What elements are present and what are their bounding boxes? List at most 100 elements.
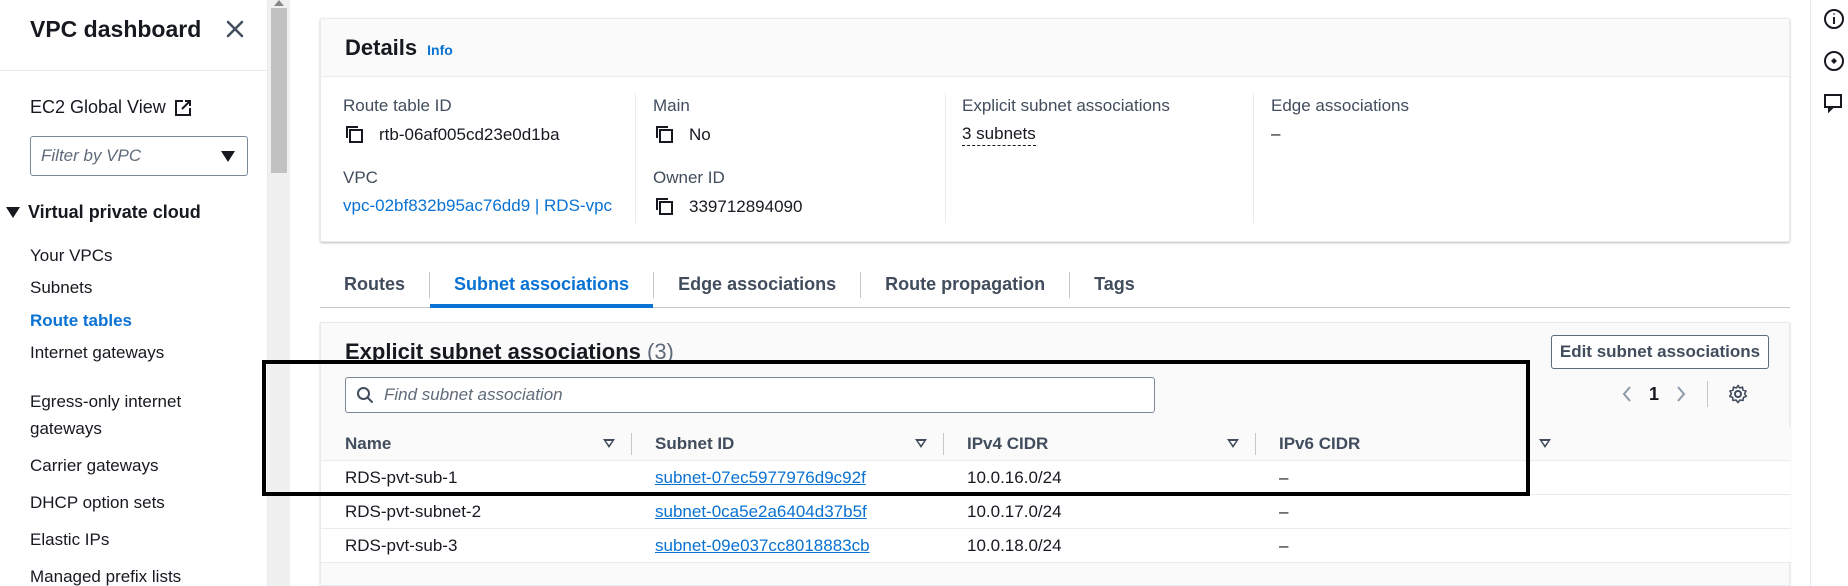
owner-id: 339712894090 — [689, 197, 803, 216]
main-label: Main — [653, 96, 690, 115]
column-header-subnet-id[interactable]: Subnet ID — [631, 427, 943, 460]
scroll-up-arrow-icon[interactable] — [274, 0, 284, 6]
sidebar-item-label: EC2 Global View — [30, 97, 166, 117]
right-utility-rail — [1810, 0, 1848, 586]
main-content: Details Info Route table ID rtb-06af005c… — [290, 0, 1810, 586]
tab-subnet-associations[interactable]: Subnet associations — [430, 262, 654, 308]
gear-icon[interactable] — [1728, 384, 1748, 404]
row-ipv4: 10.0.16.0/24 — [967, 467, 1062, 487]
sidebar-item-route-tables[interactable]: Route tables — [30, 307, 230, 334]
column-header-ipv4-cidr[interactable]: IPv4 CIDR — [943, 427, 1255, 460]
column-header-label: Subnet ID — [655, 433, 735, 453]
column-divider — [943, 433, 944, 455]
row-name: RDS-pvt-sub-3 — [345, 535, 458, 555]
details-col-4: Edge associations – — [1271, 95, 1591, 145]
sidebar: VPC dashboard EC2 Global View Filter by … — [0, 0, 268, 586]
route-table-id: rtb-06af005cd23e0d1ba — [379, 125, 560, 144]
column-divider — [1255, 433, 1256, 455]
column-header-name[interactable]: Name — [321, 427, 631, 460]
row-ipv6: – — [1279, 501, 1289, 521]
chat-icon[interactable] — [1823, 92, 1845, 114]
vpc-label: VPC — [343, 168, 378, 187]
sidebar-section-virtual-private-cloud[interactable]: Virtual private cloud — [6, 202, 201, 223]
external-link-icon — [174, 99, 191, 116]
row-name: RDS-pvt-sub-1 — [345, 467, 458, 487]
sidebar-item-subnets[interactable]: Subnets — [30, 274, 230, 301]
associations-title: Explicit subnet associations (3) — [345, 339, 674, 365]
info-link[interactable]: Info — [427, 42, 453, 58]
table-header-row: Name Subnet ID IPv4 CIDR IPv6 CIDR — [321, 427, 1791, 461]
tab-routes[interactable]: Routes — [320, 262, 429, 307]
main: No — [689, 125, 711, 144]
row-ipv4: 10.0.17.0/24 — [967, 501, 1062, 521]
sidebar-item-managed-prefix-lists[interactable]: Managed prefix lists — [30, 563, 230, 586]
column-divider — [1253, 93, 1254, 223]
column-divider — [631, 433, 632, 455]
details-header: Details Info — [321, 19, 1789, 77]
sort-icon[interactable] — [603, 439, 615, 448]
copy-icon[interactable] — [343, 123, 367, 147]
row-ipv6: – — [1279, 467, 1289, 487]
tab-route-propagation[interactable]: Route propagation — [861, 262, 1069, 307]
info-icon[interactable] — [1823, 8, 1845, 30]
subnet-link[interactable]: subnet-0ca5e2a6404d37b5f — [655, 502, 867, 522]
copy-icon[interactable] — [653, 123, 677, 147]
tab-list: Routes Subnet associations Edge associat… — [320, 262, 1790, 308]
close-icon[interactable] — [220, 14, 250, 44]
sidebar-scrollbar-thumb[interactable] — [271, 8, 287, 173]
sidebar-item-elastic-ips[interactable]: Elastic IPs — [30, 526, 230, 553]
subnet-link[interactable]: subnet-09e037cc8018883cb — [655, 536, 870, 556]
chevron-left-icon[interactable] — [1621, 385, 1633, 403]
row-subnet-id: subnet-07ec5977976d9c92f — [631, 461, 943, 494]
sort-icon[interactable] — [1539, 439, 1551, 448]
row-ipv6: – — [1279, 535, 1289, 555]
column-divider — [945, 93, 946, 223]
find-subnet-association-input[interactable]: Find subnet association — [345, 377, 1155, 413]
tab-edge-associations[interactable]: Edge associations — [654, 262, 860, 307]
explicit-associations-label: Explicit subnet associations — [962, 96, 1170, 115]
details-col-1: Route table ID rtb-06af005cd23e0d1ba VPC… — [343, 95, 663, 217]
sidebar-item-egress-only-internet-gateways[interactable]: Egress-only internet gateways — [30, 388, 230, 442]
sidebar-item-your-vpcs[interactable]: Your VPCs — [30, 242, 230, 269]
caret-down-icon — [6, 207, 20, 218]
main-value: No — [653, 123, 973, 147]
row-subnet-id: subnet-09e037cc8018883cb — [631, 529, 943, 562]
vpc-link[interactable]: vpc-02bf832b95ac76dd9 | RDS-vpc — [343, 195, 663, 217]
column-header-ipv6-cidr[interactable]: IPv6 CIDR — [1255, 427, 1567, 460]
current-page[interactable]: 1 — [1649, 384, 1659, 405]
sidebar-item-dhcp-option-sets[interactable]: DHCP option sets — [30, 489, 230, 516]
explicit-associations-value: 3 subnets — [962, 123, 1282, 146]
chevron-right-icon[interactable] — [1675, 385, 1687, 403]
table-row: RDS-pvt-subnet-2 subnet-0ca5e2a6404d37b5… — [321, 495, 1791, 529]
vpc-filter-select[interactable]: Filter by VPC — [30, 136, 248, 176]
subnet-associations-card: Explicit subnet associations (3) Edit su… — [320, 322, 1791, 586]
associations-table: Name Subnet ID IPv4 CIDR IPv6 CIDR RDS-p… — [321, 427, 1791, 563]
column-header-label: Name — [345, 433, 392, 453]
column-header-label: IPv6 CIDR — [1279, 433, 1361, 453]
owner-id-value: 339712894090 — [653, 195, 973, 219]
vpc-filter-placeholder: Filter by VPC — [41, 146, 142, 165]
sort-icon[interactable] — [915, 439, 927, 448]
associations-title-text: Explicit subnet associations — [345, 339, 641, 364]
owner-id-label: Owner ID — [653, 168, 725, 187]
copy-icon[interactable] — [653, 195, 677, 219]
caret-down-icon — [221, 151, 235, 162]
sidebar-item-carrier-gateways[interactable]: Carrier gateways — [30, 452, 230, 479]
sidebar-item-ec2-global-view[interactable]: EC2 Global View — [30, 97, 192, 118]
column-divider — [635, 93, 636, 223]
sidebar-title: VPC dashboard — [30, 16, 202, 42]
pagination-divider — [1707, 381, 1709, 407]
details-title: Details — [345, 34, 418, 60]
search-icon — [357, 387, 373, 403]
feedback-icon[interactable] — [1823, 50, 1845, 72]
associations-count: (3) — [647, 339, 674, 364]
explicit-associations-popover[interactable]: 3 subnets — [962, 123, 1036, 146]
sidebar-section-label: Virtual private cloud — [28, 202, 201, 222]
route-table-id-label: Route table ID — [343, 96, 452, 115]
sort-icon[interactable] — [1227, 439, 1239, 448]
edit-subnet-associations-button[interactable]: Edit subnet associations — [1551, 335, 1769, 369]
subnet-link[interactable]: subnet-07ec5977976d9c92f — [655, 468, 866, 488]
table-row: RDS-pvt-sub-3 subnet-09e037cc8018883cb 1… — [321, 529, 1791, 563]
sidebar-item-internet-gateways[interactable]: Internet gateways — [30, 339, 230, 366]
tab-tags[interactable]: Tags — [1070, 262, 1159, 307]
